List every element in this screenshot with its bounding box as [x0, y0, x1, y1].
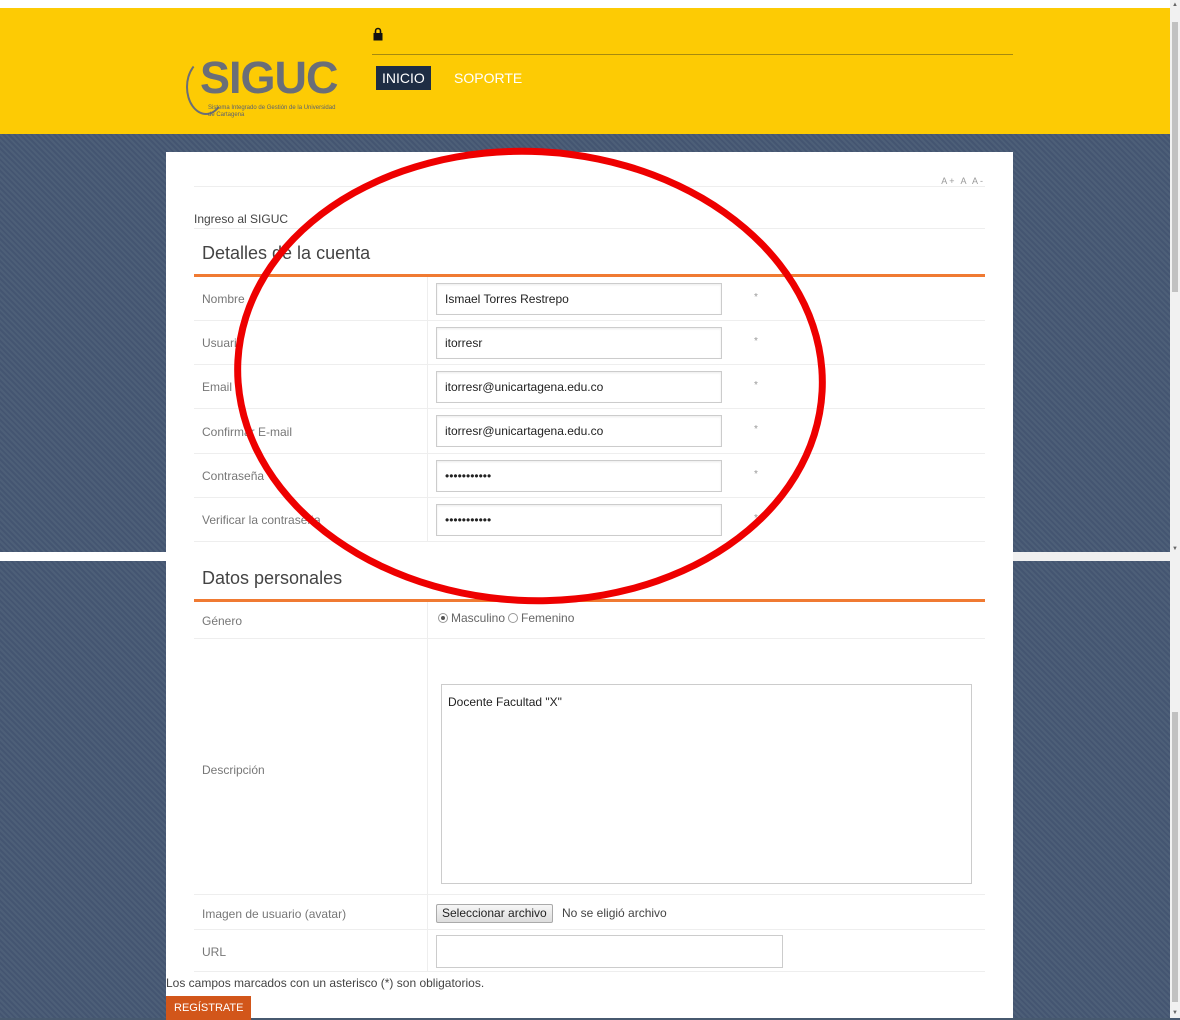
row-divider [427, 930, 428, 971]
row-divider [427, 895, 428, 929]
label-genero: Género [202, 614, 243, 628]
registration-card: A+ A A- Ingreso al SIGUC Detalles de la … [166, 152, 1013, 1020]
form-row-genero: Género Masculino Femenino [194, 602, 985, 639]
label-femenino: Femenino [521, 611, 575, 625]
verify-password-input[interactable]: ••••••••••• [436, 504, 722, 536]
form-row-password: Contraseña ••••••••••• * [194, 454, 985, 498]
required-marker: * [754, 424, 758, 435]
breadcrumb-divider [194, 228, 985, 229]
gender-radio-group: Masculino Femenino [438, 611, 574, 625]
breadcrumb: Ingreso al SIGUC [194, 212, 289, 226]
radio-femenino[interactable] [508, 613, 519, 623]
nav-inicio[interactable]: INICIO [376, 66, 431, 90]
account-section-title: Detalles de la cuenta [202, 243, 371, 263]
form-row-avatar: Imagen de usuario (avatar) Seleccionar a… [194, 895, 985, 930]
required-marker: * [754, 513, 758, 524]
form-row-descripcion: Descripción Docente Facultad "X" [194, 639, 985, 895]
label-descripcion: Descripción [202, 763, 265, 777]
row-divider [427, 498, 428, 541]
scrollbar-thumb-lower[interactable] [1172, 712, 1178, 1002]
label-confirm-email: Confirmar E-mail [202, 425, 293, 439]
required-marker: * [754, 292, 758, 303]
label-email: Email [202, 380, 233, 394]
row-divider [427, 409, 428, 453]
password-input[interactable]: ••••••••••• [436, 460, 722, 492]
required-marker: * [754, 469, 758, 480]
select-file-button[interactable]: Seleccionar archivo [436, 904, 553, 923]
logo-subtitle: Sistema Integrado de Gestión de la Unive… [208, 105, 336, 118]
nombre-input[interactable]: Ismael Torres Restrepo [436, 283, 722, 315]
confirm-email-input[interactable]: itorresr@unicartagena.edu.co [436, 415, 722, 447]
personal-section-title: Datos personales [202, 568, 343, 588]
row-divider [427, 365, 428, 408]
required-note: Los campos marcados con un asterisco (*)… [166, 976, 485, 990]
usuario-input[interactable]: itorresr [436, 327, 722, 359]
required-marker: * [754, 380, 758, 391]
label-nombre: Nombre [202, 292, 245, 306]
descripcion-textarea[interactable]: Docente Facultad "X" [441, 684, 972, 884]
label-masculino: Masculino [451, 611, 506, 625]
email-input[interactable]: itorresr@unicartagena.edu.co [436, 371, 722, 403]
url-input[interactable] [436, 935, 783, 968]
row-divider [427, 321, 428, 364]
form-row-confirm-email: Confirmar E-mail itorresr@unicartagena.e… [194, 409, 985, 454]
nav-soporte[interactable]: SOPORTE [450, 66, 526, 90]
required-marker: * [754, 336, 758, 347]
scroll-down-arrow-icon[interactable]: ▼ [1172, 546, 1178, 552]
siguc-logo[interactable]: SIGUC Sistema Integrado de Gestión de la… [186, 52, 339, 123]
screenshot-seam-right [1013, 552, 1180, 561]
site-header: SIGUC Sistema Integrado de Gestión de la… [0, 8, 1170, 134]
row-divider [427, 454, 428, 497]
register-button[interactable]: REGÍSTRATE [166, 996, 252, 1020]
row-divider [427, 602, 428, 638]
row-divider [427, 277, 428, 320]
row-divider [427, 639, 428, 894]
scroll-down-arrow-icon-lower[interactable]: ▼ [1172, 1010, 1178, 1016]
top-border [0, 0, 1180, 8]
label-password: Contraseña [202, 469, 265, 483]
lock-icon[interactable] [373, 27, 383, 41]
card-divider [194, 186, 985, 187]
form-row-usuario: Usuario itorresr * [194, 321, 985, 365]
label-verify-password: Verificar la contraseña [202, 513, 321, 527]
radio-masculino[interactable] [438, 613, 448, 623]
header-divider [372, 54, 1013, 55]
form-row-url: URL [194, 930, 985, 972]
form-row-verify-password: Verificar la contraseña ••••••••••• * [194, 498, 985, 542]
logo-text: SIGUC [200, 52, 339, 103]
form-row-nombre: Nombre Ismael Torres Restrepo * [194, 277, 985, 321]
scrollbar-thumb[interactable] [1172, 22, 1178, 292]
label-avatar: Imagen de usuario (avatar) [202, 907, 347, 921]
file-status: No se eligió archivo [562, 906, 667, 920]
form-row-email: Email itorresr@unicartagena.edu.co * [194, 365, 985, 409]
scroll-up-arrow-icon[interactable]: ▲ [1172, 2, 1178, 8]
label-usuario: Usuario [202, 336, 244, 350]
font-size-controls[interactable]: A+ A A- [941, 176, 985, 186]
label-url: URL [202, 945, 227, 959]
screenshot-seam [0, 552, 1180, 561]
